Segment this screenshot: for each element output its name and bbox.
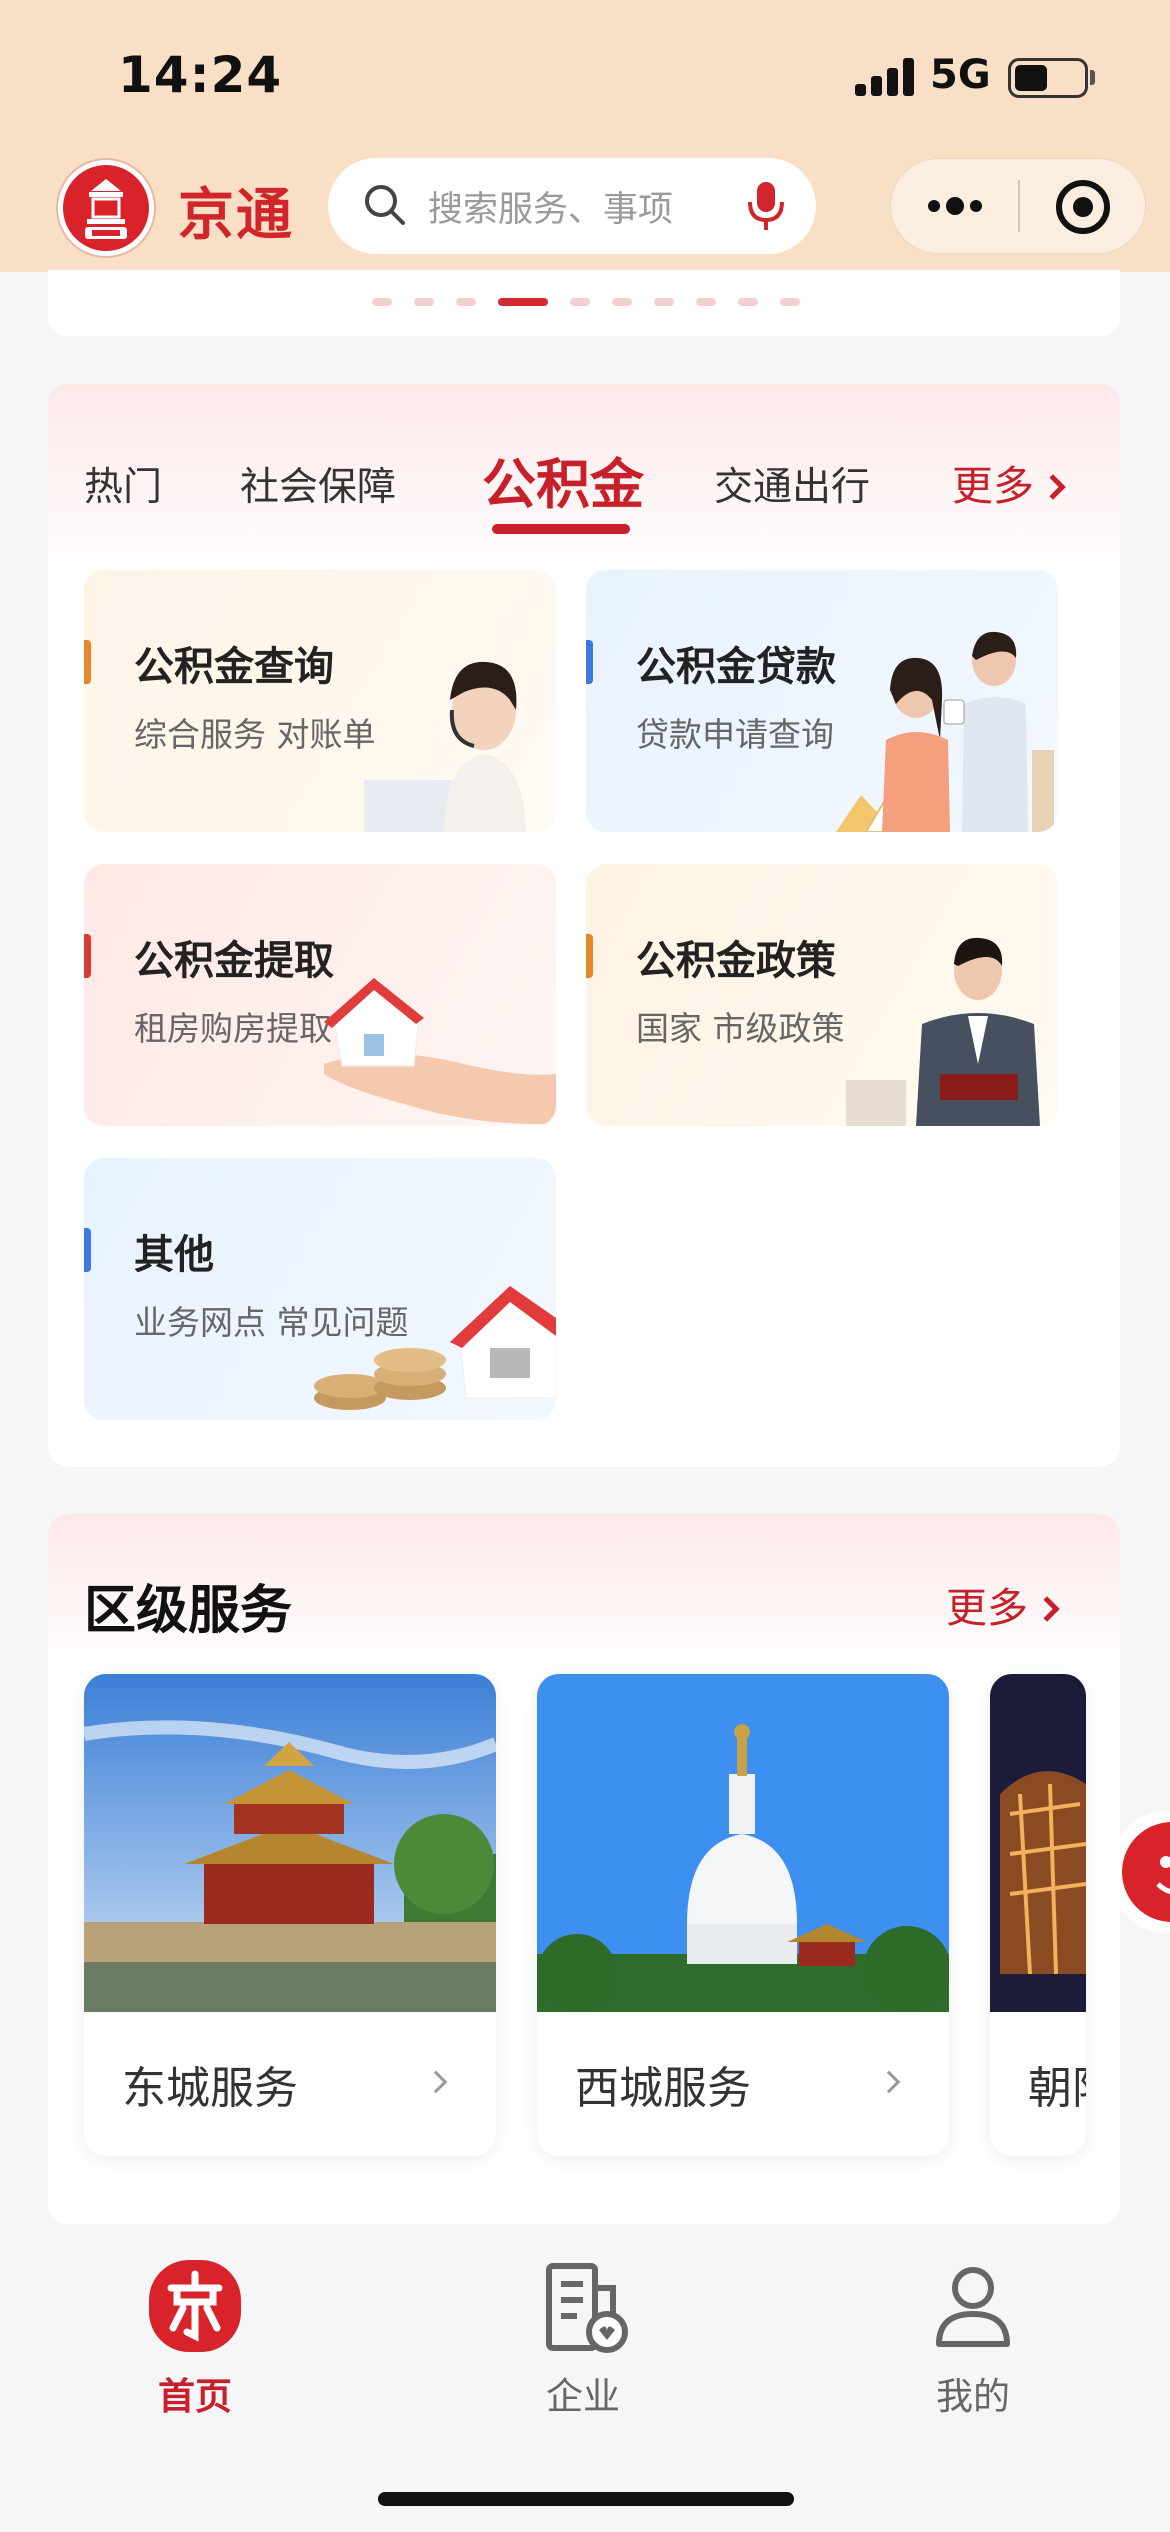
banner-dot[interactable] [612,298,632,306]
couple-illustration [836,631,1054,832]
app-title: 京通 [178,183,294,248]
banner-dot[interactable] [654,298,674,306]
banner-dot-active[interactable] [498,298,548,306]
tile-accent-bar [84,934,91,978]
enterprise-icon [546,2263,628,2353]
dongcheng-image [84,1674,496,2012]
search-icon [365,185,405,225]
coins-and-house-illustration [314,1286,556,1410]
district-name: 朝阳服务 [1028,2063,1086,2114]
tile-title: 公积金提取 [134,938,334,984]
nav-label-profile[interactable]: 我的 [893,2366,1053,2420]
tile-subtitle: 贷款申请查询 [636,715,834,754]
tile-accent-bar [84,640,91,684]
tile-accent-bar [586,934,593,978]
close-mini-program-icon[interactable] [1056,180,1110,234]
banner-dot[interactable] [780,298,800,306]
chevron-right-icon [1034,1596,1060,1622]
tile-title: 其他 [134,1232,214,1278]
chevron-right-icon [424,2070,448,2094]
more-options-icon[interactable] [924,190,986,222]
tile-subtitle: 综合服务 对账单 [134,715,376,754]
assistant-mascot-icon[interactable] [1100,1802,1170,1952]
tile-title: 公积金查询 [134,644,334,690]
nav-item-enterprise[interactable] [503,2258,663,2354]
tab-hot[interactable]: 热门 [84,456,162,512]
tile-subtitle: 国家 市级政策 [636,1009,845,1048]
tab-transport[interactable]: 交通出行 [714,456,870,512]
profile-icon [936,2267,1010,2347]
district-name: 东城服务 [122,2063,298,2114]
tab-housing-fund[interactable]: 公积金 [482,440,644,519]
status-time: 14:24 [118,46,283,104]
battery-icon [1008,58,1088,98]
tile-fund-policy[interactable]: 公积金政策 国家 市级政策 [586,864,1058,1126]
tile-accent-bar [84,1228,91,1272]
district-more-link[interactable]: 更多 [946,1574,1060,1634]
tile-fund-query[interactable]: 公积金查询 综合服务 对账单 [84,570,556,832]
district-name: 西城服务 [575,2063,751,2114]
banner-dot[interactable] [696,298,716,306]
home-icon [149,2260,241,2352]
nav-label-home[interactable]: 首页 [115,2366,275,2420]
banner-dot[interactable] [738,298,758,306]
capsule-divider [1018,180,1020,232]
search-placeholder[interactable]: 搜索服务、事项 [428,181,673,232]
official-illustration [846,937,1040,1126]
tile-fund-loan[interactable]: 公积金贷款 贷款申请查询 [586,570,1058,832]
district-card-xicheng[interactable]: 西城服务 [537,1674,949,2156]
nav-label-enterprise[interactable]: 企业 [503,2366,663,2420]
section-title: 区级服务 [84,1581,293,1641]
customer-service-illustration [364,661,526,832]
tab-social-security[interactable]: 社会保障 [240,456,396,512]
signal-icon [855,58,917,96]
battery-tip [1090,70,1095,85]
tile-fund-withdraw[interactable]: 公积金提取 租房购房提取 [84,864,556,1126]
chevron-right-icon [1040,474,1066,500]
home-indicator [378,2492,794,2506]
network-type: 5G [930,52,991,98]
microphone-icon[interactable] [746,180,786,232]
active-tab-underline [492,524,630,534]
xicheng-image [537,1674,949,2012]
tile-accent-bar [586,640,593,684]
nav-item-profile[interactable] [893,2258,1053,2354]
nav-item-home[interactable] [115,2258,275,2354]
tab-more-label: 更多 [952,462,1034,510]
district-card-chaoyang[interactable]: 朝阳服务 [990,1674,1086,2156]
chaoyang-image [990,1674,1086,2012]
banner-dot[interactable] [372,298,392,306]
district-card-dongcheng[interactable]: 东城服务 [84,1674,496,2156]
tab-more-link[interactable]: 更多 [952,452,1066,512]
district-more-label: 更多 [946,1584,1028,1632]
app-logo-icon[interactable] [58,160,154,256]
tile-title: 公积金贷款 [636,644,836,690]
tile-subtitle: 租房购房提取 [134,1009,332,1048]
banner-dot[interactable] [414,298,434,306]
tile-title: 公积金政策 [636,938,836,984]
banner-dot[interactable] [570,298,590,306]
chevron-right-icon [877,2070,901,2094]
tile-fund-other[interactable]: 其他 业务网点 常见问题 [84,1158,556,1420]
banner-dot[interactable] [456,298,476,306]
house-in-hand-illustration [324,978,556,1125]
